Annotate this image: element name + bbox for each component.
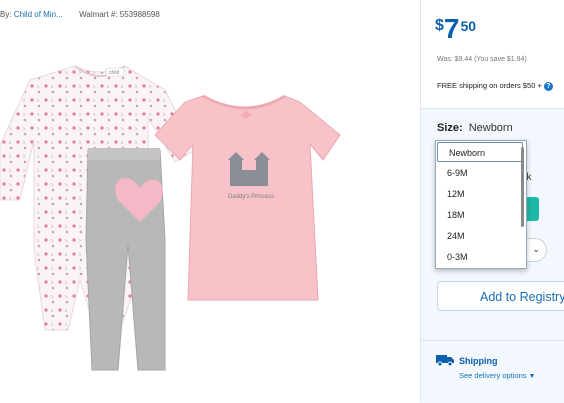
- add-to-registry-button[interactable]: Add to Registry: [437, 281, 564, 311]
- pants-image: [85, 148, 166, 371]
- delivery-options-link[interactable]: See delivery options ▼: [459, 371, 535, 380]
- price-dollars: 7: [443, 13, 460, 44]
- size-selected-value: Newborn: [468, 122, 513, 134]
- walmart-number-label: Walmart #:: [79, 10, 118, 19]
- product-image[interactable]: child Daddy's Princess: [0, 40, 400, 395]
- size-option[interactable]: 12M: [436, 184, 522, 204]
- byline-prefix: By:: [0, 10, 12, 19]
- size-option[interactable]: 0-3M: [436, 247, 522, 267]
- size-option[interactable]: 6-9M: [436, 163, 522, 183]
- delivery-options-text: See delivery options: [459, 371, 527, 380]
- price: $750: [435, 14, 476, 44]
- price-cents: 50: [460, 18, 477, 34]
- free-shipping-note: FREE shipping on orders $50 +?: [437, 81, 553, 91]
- truck-icon: [436, 355, 454, 366]
- free-shipping-text: FREE shipping on orders $50 +: [437, 81, 542, 90]
- size-label: Size: Newborn: [437, 122, 513, 134]
- size-option[interactable]: 18M: [436, 205, 522, 225]
- tshirt-print: Daddy's Princess: [228, 194, 274, 200]
- divider: [421, 340, 564, 341]
- byline: By: Child of Min... Walmart #: 553988598: [0, 10, 160, 19]
- size-option[interactable]: 24M: [436, 226, 522, 246]
- walmart-number: 553988598: [119, 10, 160, 19]
- price-currency: $: [435, 17, 444, 34]
- size-dropdown[interactable]: Newborn 6-9M 12M 18M 24M 0-3M: [435, 140, 527, 269]
- caret-down-icon: ▼: [528, 373, 536, 380]
- size-label-text: Size:: [437, 122, 463, 134]
- size-option[interactable]: Newborn: [437, 142, 523, 162]
- was-price: Was: $9.44 (You save $1.94): [437, 56, 527, 63]
- shipping-title: Shipping: [459, 356, 498, 366]
- brand-link[interactable]: Child of Min...: [14, 10, 63, 19]
- tshirt-image: Daddy's Princess: [154, 94, 341, 301]
- help-icon[interactable]: ?: [543, 81, 553, 91]
- bodysuit-tag: child: [109, 70, 120, 76]
- chevron-down-icon: ⌄: [532, 244, 540, 254]
- dropdown-scrollbar[interactable]: [521, 147, 524, 227]
